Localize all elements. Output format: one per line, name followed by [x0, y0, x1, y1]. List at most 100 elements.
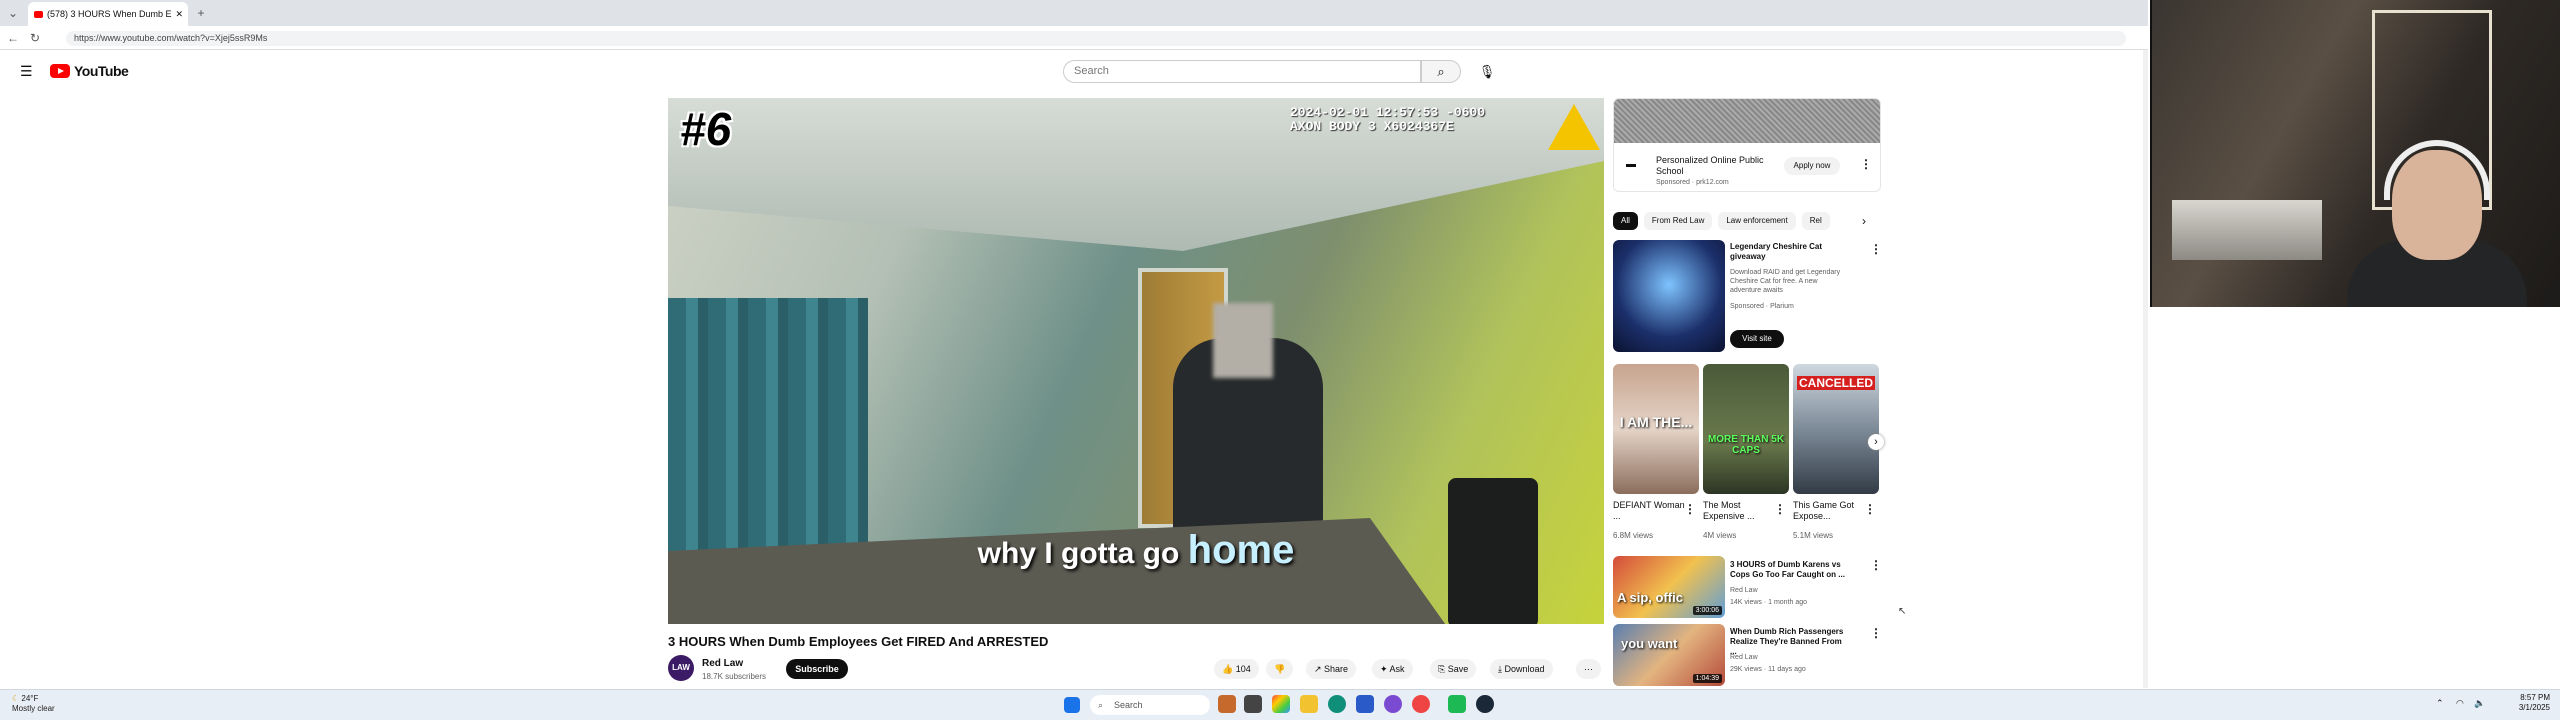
weather-temp: 24°F [21, 694, 39, 703]
reload-icon[interactable]: ↻ [28, 31, 42, 45]
browser-tab-bar: ⌄ (578) 3 HOURS When Dumb E ✕ + [0, 0, 2148, 26]
video-title: 3 HOURS When Dumb Employees Get FIRED An… [668, 634, 1049, 649]
webcam-bed [2172, 200, 2322, 260]
chrome-icon[interactable] [1412, 695, 1430, 713]
taskview-icon[interactable] [1244, 695, 1262, 713]
bodycam-timestamp: 2024-02-01 12:57:53 -0600 [1290, 105, 1486, 120]
close-tab-icon[interactable]: ✕ [176, 9, 184, 20]
taskbar-app-icon[interactable] [1218, 695, 1236, 713]
short-more-icon[interactable]: ⋮ [1774, 502, 1786, 516]
dislike-button[interactable]: 👎 [1266, 659, 1294, 679]
ad-banner-image [1614, 99, 1880, 143]
related-more-icon[interactable]: ⋮ [1870, 558, 1882, 572]
channel-avatar[interactable]: LAW [668, 655, 694, 681]
promo-thumbnail[interactable] [1613, 240, 1725, 352]
ad-more-icon[interactable]: ⋮ [1860, 157, 1872, 171]
photos-app-icon[interactable] [1272, 695, 1290, 713]
thumbs-up-icon: 👍 [1222, 664, 1236, 674]
promo-title[interactable]: Legendary Cheshire Cat giveaway [1730, 242, 1840, 262]
start-windows-icon[interactable] [1064, 697, 1080, 713]
related-video-meta: 14K views · 1 month ago [1730, 599, 1808, 606]
tray-chevron-icon[interactable]: ⌃ [2436, 698, 2444, 709]
related-video-thumbnail[interactable]: A sip, offic 3:00:06 [1613, 556, 1725, 618]
video-player[interactable]: #6 2024-02-01 12:57:53 -0600 AXON BODY 3… [668, 98, 1604, 624]
save-label: Save [1447, 664, 1469, 674]
file-explorer-icon[interactable] [1300, 695, 1318, 713]
bodycam-device: AXON BODY 3 X6024367E [1290, 119, 1454, 134]
youtube-logo[interactable]: YouTube [50, 63, 129, 79]
related-video-thumbnail[interactable]: you want 1:04:39 [1613, 624, 1725, 686]
clock-date: 3/1/2025 [2518, 703, 2550, 712]
volume-icon[interactable]: 🔈 [2474, 698, 2485, 709]
browser-tab-active[interactable]: (578) 3 HOURS When Dumb E ✕ [28, 2, 188, 26]
ad-apply-button[interactable]: Apply now [1784, 157, 1840, 175]
store-icon[interactable] [1356, 695, 1374, 713]
short-thumbnail[interactable]: CANCELLED [1793, 364, 1879, 494]
discord-icon[interactable] [1384, 695, 1402, 713]
weather-widget[interactable]: ☾ 24°F Mostly clear [12, 694, 55, 714]
caption-text: why I gotta go [977, 537, 1180, 570]
related-video-channel[interactable]: Red Law [1730, 586, 1758, 595]
tab-menu-icon[interactable]: ⌄ [6, 6, 20, 20]
chevron-right-icon[interactable]: › [1862, 214, 1866, 228]
search-icon[interactable]: ⌕ [1421, 60, 1461, 83]
short-title[interactable]: DEFIANT Woman ... [1613, 500, 1693, 522]
short-title[interactable]: The Most Expensive ... [1703, 500, 1783, 522]
related-more-icon[interactable]: ⋮ [1870, 626, 1882, 640]
short-views: 5.1M views [1793, 531, 1834, 540]
video-caption: why I gotta go home [668, 528, 1604, 573]
more-actions-icon[interactable]: ⋯ [1576, 659, 1601, 679]
blurred-face [1213, 303, 1273, 378]
search-input[interactable]: Search [1063, 60, 1421, 83]
back-icon[interactable]: ← [6, 31, 20, 45]
chip-from-channel[interactable]: From Red Law [1643, 212, 1713, 230]
new-tab-icon[interactable]: + [194, 6, 208, 20]
ask-button[interactable]: ✦ Ask [1372, 659, 1413, 679]
short-views: 4M views [1703, 531, 1737, 540]
channel-name[interactable]: Red Law [702, 658, 743, 669]
url-field[interactable]: https://www.youtube.com/watch?v=Xjej5ssR… [66, 31, 2126, 46]
visit-site-button[interactable]: Visit site [1730, 330, 1784, 348]
sponsored-ad-card[interactable]: ▬ Personalized Online Public School Spon… [1613, 98, 1881, 192]
shorts-next-icon[interactable]: › [1868, 434, 1884, 450]
webcam-overlay [2150, 0, 2560, 307]
related-video-meta: 29K views · 11 days ago [1730, 666, 1806, 673]
promo-more-icon[interactable]: ⋮ [1870, 242, 1882, 256]
edge-browser-icon[interactable] [1328, 695, 1346, 713]
short-more-icon[interactable]: ⋮ [1684, 502, 1696, 516]
weather-moon-icon: ☾ [12, 694, 22, 703]
taskbar-search-icon: ⌕ [1098, 700, 1104, 710]
taskbar-search-input[interactable]: ⌕ Search [1090, 695, 1210, 715]
chip-law-enforcement[interactable]: Law enforcement [1718, 212, 1796, 230]
share-button[interactable]: ↗ Share [1306, 659, 1357, 679]
filter-chips: All From Red Law Law enforcement Rel [1613, 212, 1881, 232]
short-title[interactable]: This Game Got Expose... [1793, 500, 1873, 522]
thumbnail-overlay-text: A sip, offic [1617, 590, 1683, 605]
short-thumbnail[interactable]: I AM THE... [1613, 364, 1699, 494]
download-button[interactable]: ⤓ Download [1490, 659, 1553, 679]
related-video-title[interactable]: 3 HOURS of Dumb Karens vs Cops Go Too Fa… [1730, 560, 1848, 580]
microphone-icon[interactable]: 🎙 [1476, 61, 1498, 83]
share-label: Share [1324, 664, 1349, 674]
wifi-icon[interactable]: ◠ [2456, 698, 2464, 709]
mouse-cursor-icon: ↖ [1898, 606, 1907, 617]
short-overlay-text: CANCELLED [1797, 376, 1875, 390]
subscribe-button[interactable]: Subscribe [786, 659, 848, 679]
taskbar-clock[interactable]: 8:57 PM 3/1/2025 [2500, 693, 2550, 713]
promo-description: Download RAID and get Legendary Cheshire… [1730, 269, 1841, 294]
like-button[interactable]: 👍 104 [1214, 659, 1259, 679]
short-thumbnail[interactable]: MORE THAN 5K CAPS [1703, 364, 1789, 494]
ad-title: Personalized Online Public School [1656, 155, 1764, 176]
hamburger-menu-icon[interactable]: ☰ [20, 63, 33, 80]
chip-related[interactable]: Rel [1801, 212, 1830, 230]
page-scrollbar[interactable] [2143, 50, 2148, 688]
youtube-play-icon [50, 64, 70, 78]
chip-all[interactable]: All [1613, 212, 1638, 230]
save-button[interactable]: ⎘ Save [1430, 659, 1477, 679]
download-label: Download [1504, 664, 1545, 674]
steam-icon[interactable] [1476, 695, 1494, 713]
related-video-channel[interactable]: Red Law [1730, 653, 1758, 662]
short-more-icon[interactable]: ⋮ [1864, 502, 1876, 516]
spotify-icon[interactable] [1448, 695, 1466, 713]
short-overlay-text: MORE THAN 5K CAPS [1707, 434, 1785, 456]
